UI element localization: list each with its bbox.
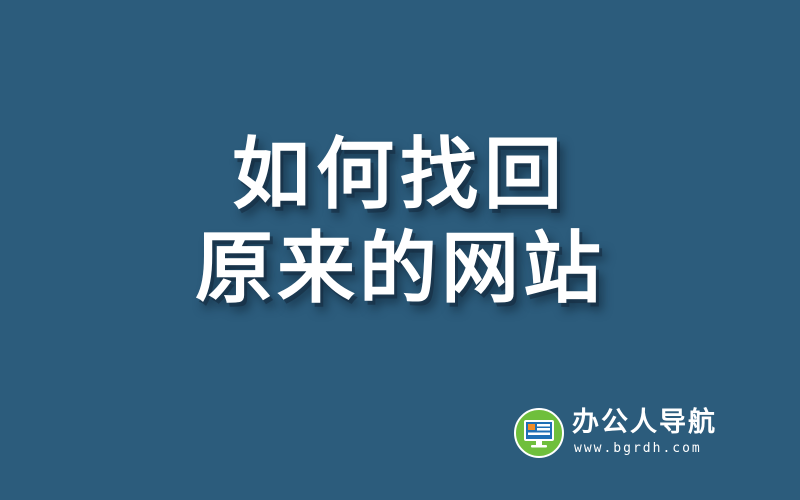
monitor-icon: [524, 420, 554, 448]
brand-watermark: 办公人导航 www.bgrdh.com: [514, 406, 784, 462]
page: { "title": { "line1": "如何找回", "line2": "…: [0, 0, 800, 500]
brand-url: www.bgrdh.com: [574, 441, 702, 456]
title-line-1: 如何找回: [231, 130, 568, 220]
title-block: 如何找回 原来的网站: [0, 128, 800, 316]
brand-name: 办公人导航: [572, 407, 717, 438]
brand-logo: [514, 408, 564, 458]
title-line-2: 原来的网站: [194, 224, 605, 314]
